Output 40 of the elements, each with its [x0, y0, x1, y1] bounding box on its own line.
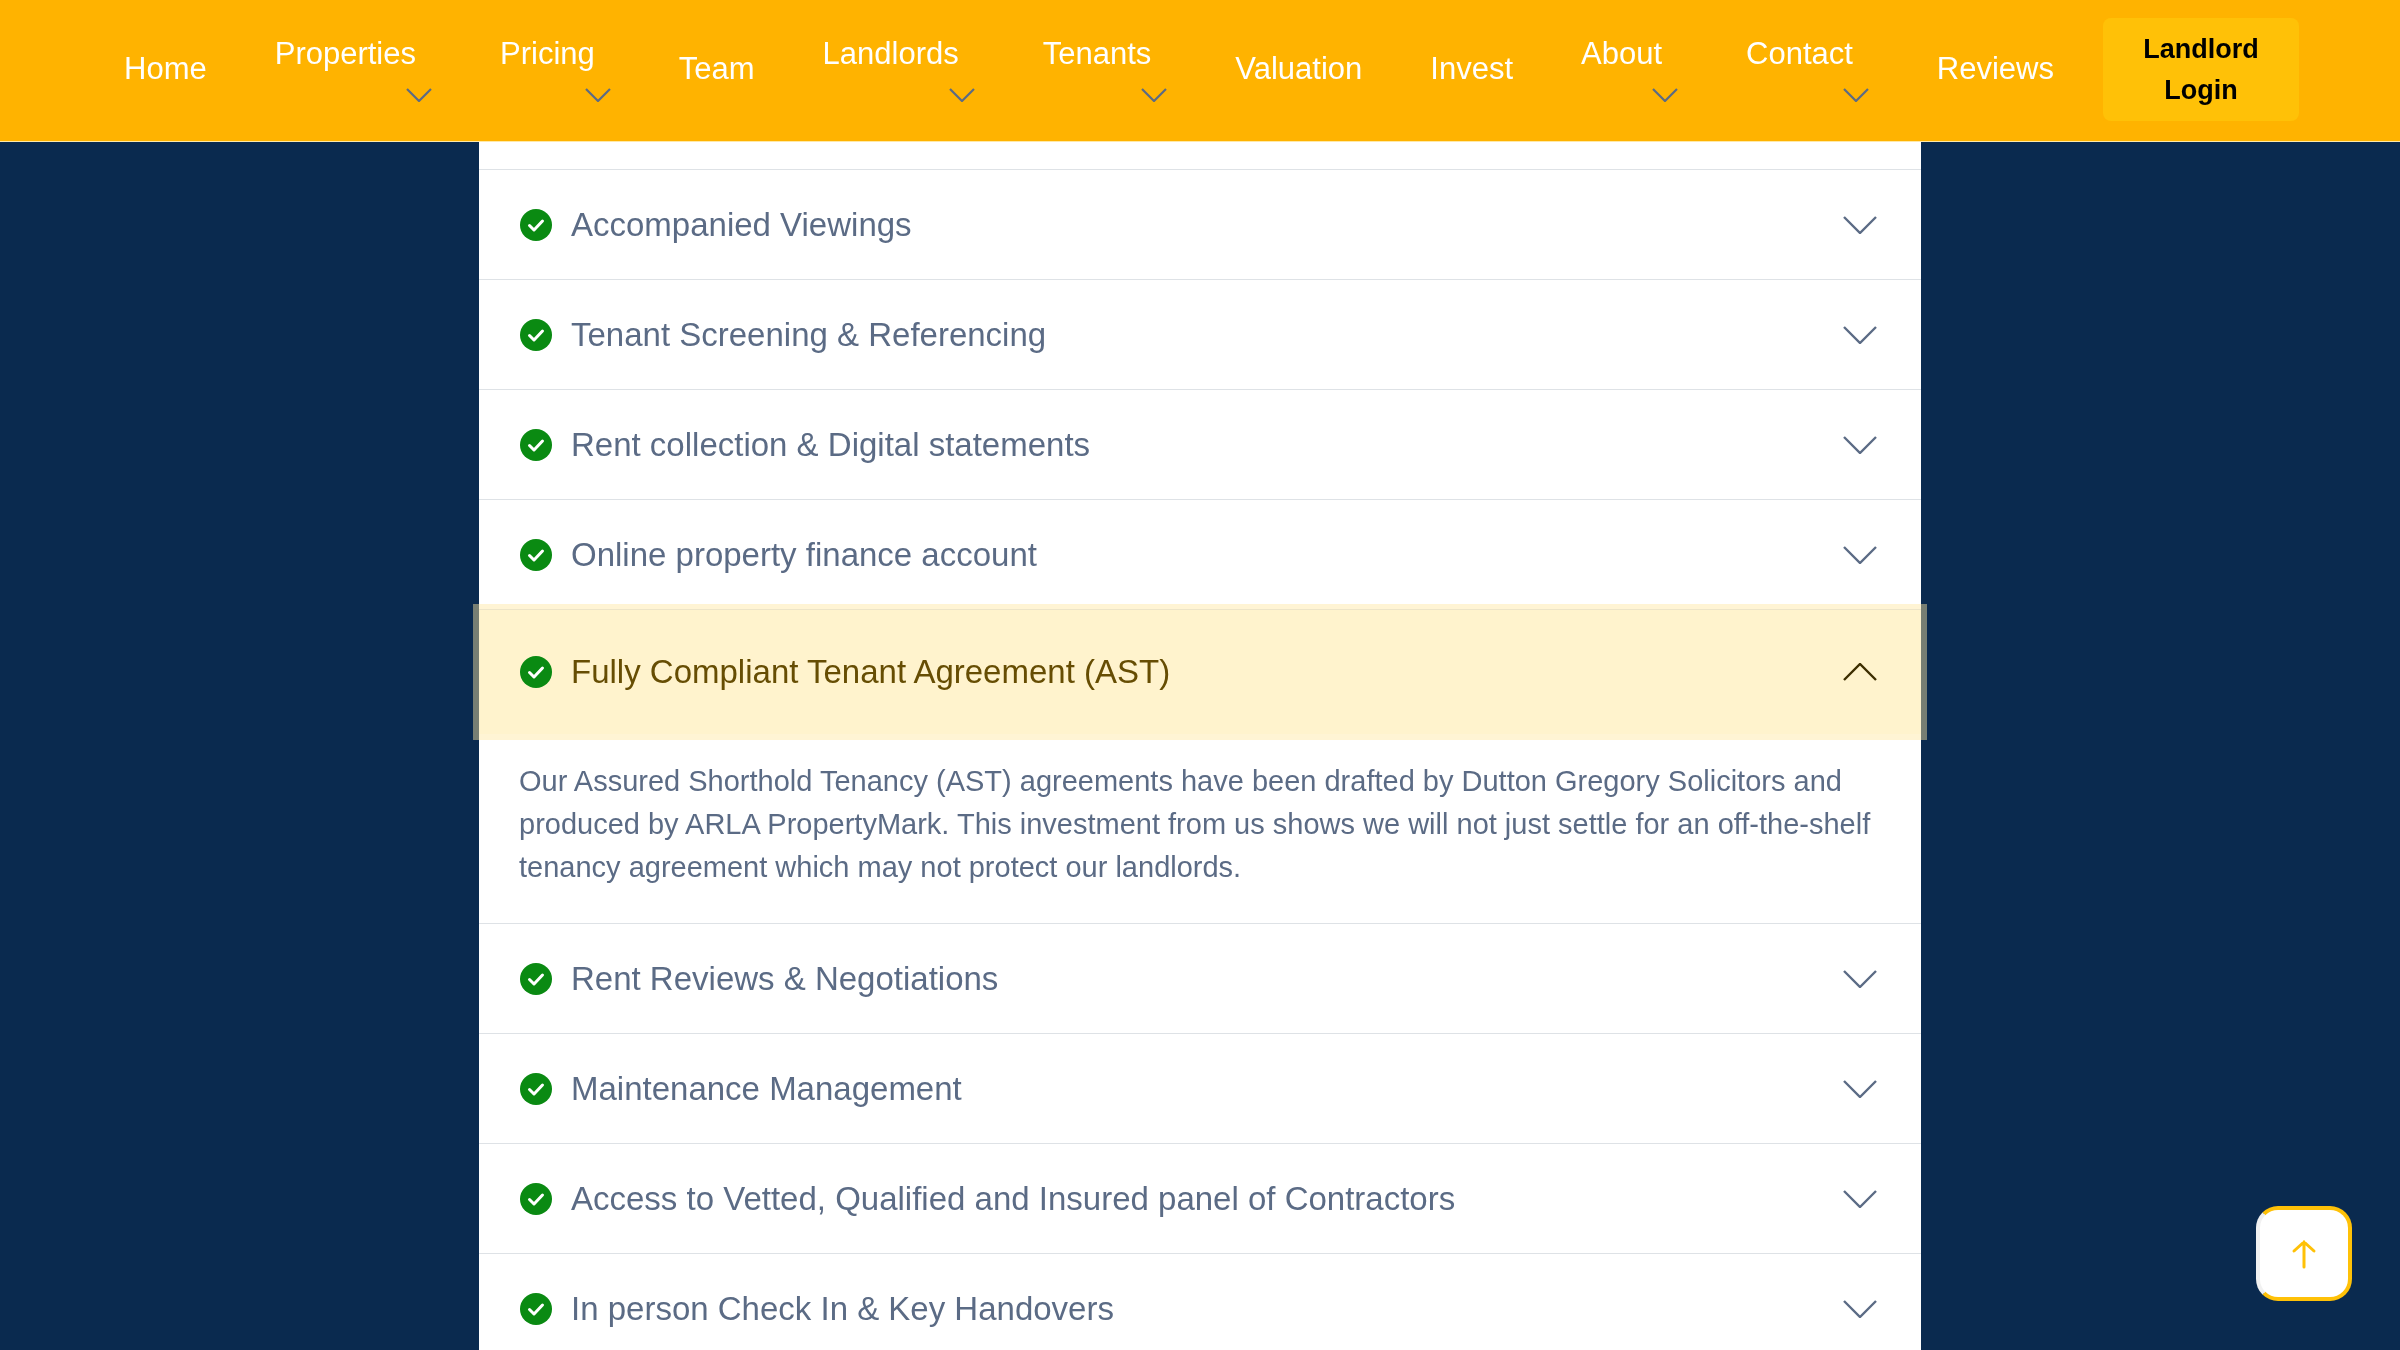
nav-link[interactable]: Properties: [274, 36, 432, 102]
accordion-header[interactable]: Fully Compliant Tenant Agreement (AST): [479, 610, 1921, 734]
check-circle-icon: [520, 656, 552, 688]
chevron-down-icon: [1843, 1189, 1877, 1208]
chevron-down-icon: [1843, 435, 1877, 454]
chevron-down-icon: [1843, 325, 1877, 344]
scroll-to-top-button[interactable]: [2256, 1206, 2352, 1301]
chevron-down-icon: [584, 88, 611, 102]
chevron-down-icon: [948, 88, 975, 102]
nav-link[interactable]: Valuation: [1235, 51, 1363, 87]
landlord-login-button[interactable]: Landlord Login: [2103, 18, 2299, 121]
nav-link[interactable]: Landlords: [822, 36, 975, 102]
chevron-up-icon: [1843, 663, 1877, 681]
check-circle-icon: [520, 208, 552, 241]
nav-link[interactable]: Pricing: [500, 36, 611, 102]
nav-link[interactable]: Contact: [1746, 36, 1869, 102]
check-circle-icon: [520, 962, 552, 995]
check-circle-icon: [520, 1182, 552, 1215]
arrow-up-icon: [2291, 1238, 2317, 1269]
check-circle-icon: [520, 538, 552, 571]
chevron-down-icon: [1843, 1079, 1877, 1098]
chevron-down-icon: [1842, 88, 1869, 102]
chevron-down-icon: [1843, 969, 1877, 988]
nav-link[interactable]: Team: [678, 51, 755, 87]
chevron-down-icon: [406, 88, 432, 102]
chevron-down-icon: [1843, 545, 1877, 564]
check-circle-icon: [520, 318, 552, 351]
nav-link[interactable]: Home: [124, 51, 207, 87]
check-circle-icon: [520, 1072, 552, 1105]
check-circle-icon: [520, 428, 552, 461]
nav-link[interactable]: Reviews: [1936, 51, 2054, 87]
check-circle-icon: [520, 1292, 552, 1325]
nav-link[interactable]: Invest: [1430, 51, 1513, 87]
chevron-down-icon: [1843, 215, 1877, 234]
chevron-down-icon: [1652, 88, 1678, 102]
accordion-body-text: Our Assured Shorthold Tenancy (AST) agreements have been drafted by Dutton Gregory Solicitors and produced by ARLA PropertyMark. This investment from us shows we will not just settle for an off-the-shelf tenancy agreement which may not protect our landlords.: [519, 764, 1872, 885]
nav-link[interactable]: About: [1581, 36, 1678, 102]
chevron-down-icon: [1843, 1299, 1877, 1318]
nav-link[interactable]: Tenants: [1042, 36, 1168, 102]
chevron-down-icon: [1141, 88, 1168, 102]
